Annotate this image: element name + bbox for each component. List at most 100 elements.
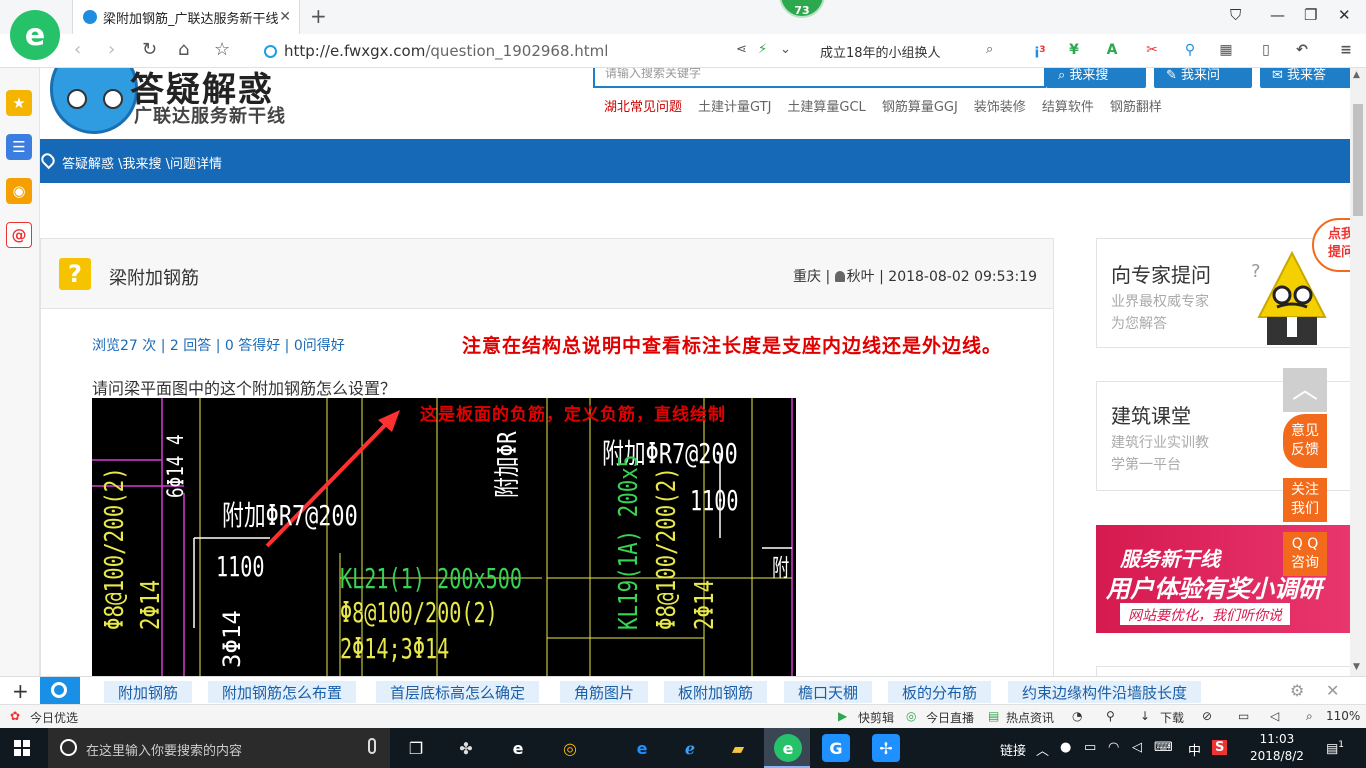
clean-icon[interactable]: ⊘ (1202, 709, 1212, 723)
apps-grid-icon[interactable]: ▦ (1216, 40, 1236, 60)
status-quick-edit[interactable]: 快剪辑 (858, 709, 894, 726)
address-search-hint[interactable]: 成立18年的小组换人 (820, 42, 941, 61)
chat-app-icon[interactable]: ◎ (556, 734, 584, 762)
search-icon[interactable]: ⌕ (986, 42, 993, 57)
status-download[interactable]: 下载 (1160, 709, 1184, 726)
restore-icon[interactable]: ❐ (1304, 6, 1317, 24)
ie-icon[interactable]: ℯ (676, 734, 704, 762)
zoom-level[interactable]: 110% (1326, 709, 1360, 723)
notification-icon[interactable]: ▤1 (1326, 740, 1344, 756)
active-browser-icon[interactable]: e (774, 734, 802, 762)
task-view-icon[interactable]: ❐ (402, 734, 430, 762)
forward-icon[interactable]: › (108, 39, 115, 60)
volume-icon[interactable]: ◁ (1132, 740, 1142, 755)
hot-search-icon[interactable] (40, 677, 80, 705)
category-link[interactable]: 土建计量GTJ (698, 100, 771, 115)
hot-word[interactable]: 檐口天棚 (784, 681, 873, 703)
back-icon[interactable]: ‹ (74, 39, 81, 60)
hot-word[interactable]: 附加钢筋 (104, 681, 193, 703)
scroll-down-icon[interactable]: ▼ (1353, 662, 1360, 672)
scissors-icon[interactable]: ✂ (1142, 40, 1162, 60)
windows-start-icon[interactable] (14, 740, 30, 756)
file-explorer-icon[interactable]: ▰ (724, 734, 752, 762)
sound-icon[interactable]: ◁ (1270, 709, 1279, 723)
status-live[interactable]: 今日直播 (926, 709, 974, 726)
tab-close-icon[interactable]: ✕ (279, 9, 291, 25)
microphone-icon[interactable] (368, 738, 376, 754)
refresh-icon[interactable]: ↻ (142, 39, 157, 60)
cad-drawing-image[interactable]: 附加ΦR7@200 附加ΦR7@200 1100 1100 KL21(1) 20… (92, 398, 796, 676)
tray-user-icon[interactable]: ● (1060, 740, 1071, 755)
sogou-ime-icon[interactable]: S (1212, 740, 1228, 755)
dropdown-chevron-icon[interactable]: ⌄ (780, 42, 791, 57)
notification-badge[interactable]: 73 (779, 0, 825, 18)
wifi-icon[interactable]: ◠ (1108, 740, 1119, 755)
undo-icon[interactable]: ↶ (1292, 40, 1312, 60)
follow-us-button[interactable]: 关注 我们 (1283, 478, 1327, 522)
sidebar-weibo-icon[interactable]: ◉ (6, 178, 32, 204)
magnifier-icon[interactable]: ⚲ (1180, 40, 1200, 60)
browser-tab[interactable]: 梁附加钢筋_广联达服务新干线 ✕ (72, 0, 300, 34)
minimize-icon[interactable]: — (1270, 6, 1285, 24)
url-field[interactable]: http://e.fwxgx.com/question_1902968.html (284, 42, 608, 60)
status-news[interactable]: 热点资讯 (1006, 709, 1054, 726)
breadcrumb-text[interactable]: 答疑解惑 \我来搜 \问题详情 (62, 157, 222, 172)
battery-icon[interactable]: ▭ (1084, 740, 1096, 755)
category-link[interactable]: 湖北常见问题 (604, 100, 682, 115)
glodon-app-icon[interactable]: G (822, 734, 850, 762)
hot-word[interactable]: 首层底标高怎么确定 (376, 681, 540, 703)
sidebar-reading-icon[interactable]: ☰ (6, 134, 32, 160)
close-window-icon[interactable]: ✕ (1338, 6, 1351, 24)
question-stats[interactable]: 浏览27 次 | 2 回答 | 0 答得好 | 0问得好 (92, 335, 345, 355)
home-icon[interactable]: ⌂ (178, 39, 189, 60)
ext-points-icon[interactable]: i3 (1030, 40, 1050, 62)
qq-consult-button[interactable]: Q Q 咨询 (1283, 532, 1327, 576)
scroll-up-icon[interactable]: ▲ (1353, 70, 1360, 80)
hot-word[interactable]: 角筋图片 (560, 681, 649, 703)
add-icon[interactable]: + (12, 679, 29, 703)
settings-gear-icon[interactable]: ⚙ (1290, 681, 1304, 700)
question-user[interactable]: 秋叶 (847, 269, 875, 285)
category-link[interactable]: 结算软件 (1042, 100, 1094, 115)
tray-expand-icon[interactable]: ︿ (1036, 740, 1049, 759)
ime-label[interactable]: 中 (1188, 740, 1201, 759)
speed-icon[interactable]: ◔ (1072, 709, 1082, 723)
browser-e-icon[interactable]: e (504, 734, 532, 762)
tray-link-label[interactable]: 链接 (1000, 740, 1026, 759)
sidebar-mail-icon[interactable]: @ (6, 222, 32, 248)
scroll-thumb[interactable] (1353, 104, 1363, 216)
answer-button[interactable]: ✉ 我来答 (1260, 68, 1350, 88)
new-tab-icon[interactable]: + (310, 4, 327, 28)
speed-mode-icon[interactable]: ⚡ (758, 42, 767, 57)
menu-icon[interactable]: ≡ (1336, 40, 1356, 60)
keyboard-icon[interactable]: ⌨ (1154, 740, 1173, 755)
window-icon[interactable]: ▭ (1238, 709, 1249, 723)
sidebar-favorites-icon[interactable]: ★ (6, 90, 32, 116)
hot-word[interactable]: 板的分布筋 (888, 681, 992, 703)
share-icon[interactable]: ⋖ (736, 42, 747, 57)
site-search-input[interactable]: 请输入搜索关键字 (593, 68, 1046, 88)
shirt-skin-icon[interactable]: ⛉ (1230, 6, 1241, 24)
category-link[interactable]: 土建算量GCL (787, 100, 865, 115)
hot-word[interactable]: 附加钢筋怎么布置 (208, 681, 357, 703)
daily-pick-link[interactable]: 今日优选 (30, 709, 78, 726)
ask-expert-box[interactable]: 向专家提问 业界最权威专家 为您解答 ? (1096, 238, 1350, 348)
fan-app-icon[interactable]: ✤ (452, 734, 480, 762)
feedback-button[interactable]: 意见 反馈 (1283, 414, 1327, 468)
category-link[interactable]: 钢筋算量GGJ (882, 100, 958, 115)
hot-word[interactable]: 板附加钢筋 (664, 681, 768, 703)
remote-app-icon[interactable]: ✢ (872, 734, 900, 762)
site-search-button[interactable]: ⌕ 我来搜 (1046, 68, 1146, 88)
close-bar-icon[interactable]: ✕ (1326, 681, 1339, 700)
hot-word[interactable]: 约束边缘构件沿墙肢长度 (1008, 681, 1202, 703)
shield-icon[interactable]: ¥ (1064, 40, 1084, 60)
ask-button[interactable]: ✎ 我来问 (1154, 68, 1252, 88)
edge-icon[interactable]: e (628, 734, 656, 762)
taskbar-clock[interactable]: 11:03 2018/8/2 (1250, 731, 1304, 765)
translate-icon[interactable]: A (1102, 40, 1122, 60)
favorite-star-icon[interactable]: ☆ (214, 39, 230, 60)
taskbar-search-input[interactable]: 在这里输入你要搜索的内容 (48, 728, 390, 768)
browser-logo-icon[interactable]: e (10, 10, 60, 60)
page-scrollbar[interactable]: ▲ ▼ (1350, 68, 1366, 676)
reader-mode-icon[interactable]: ▯ (1256, 40, 1276, 60)
